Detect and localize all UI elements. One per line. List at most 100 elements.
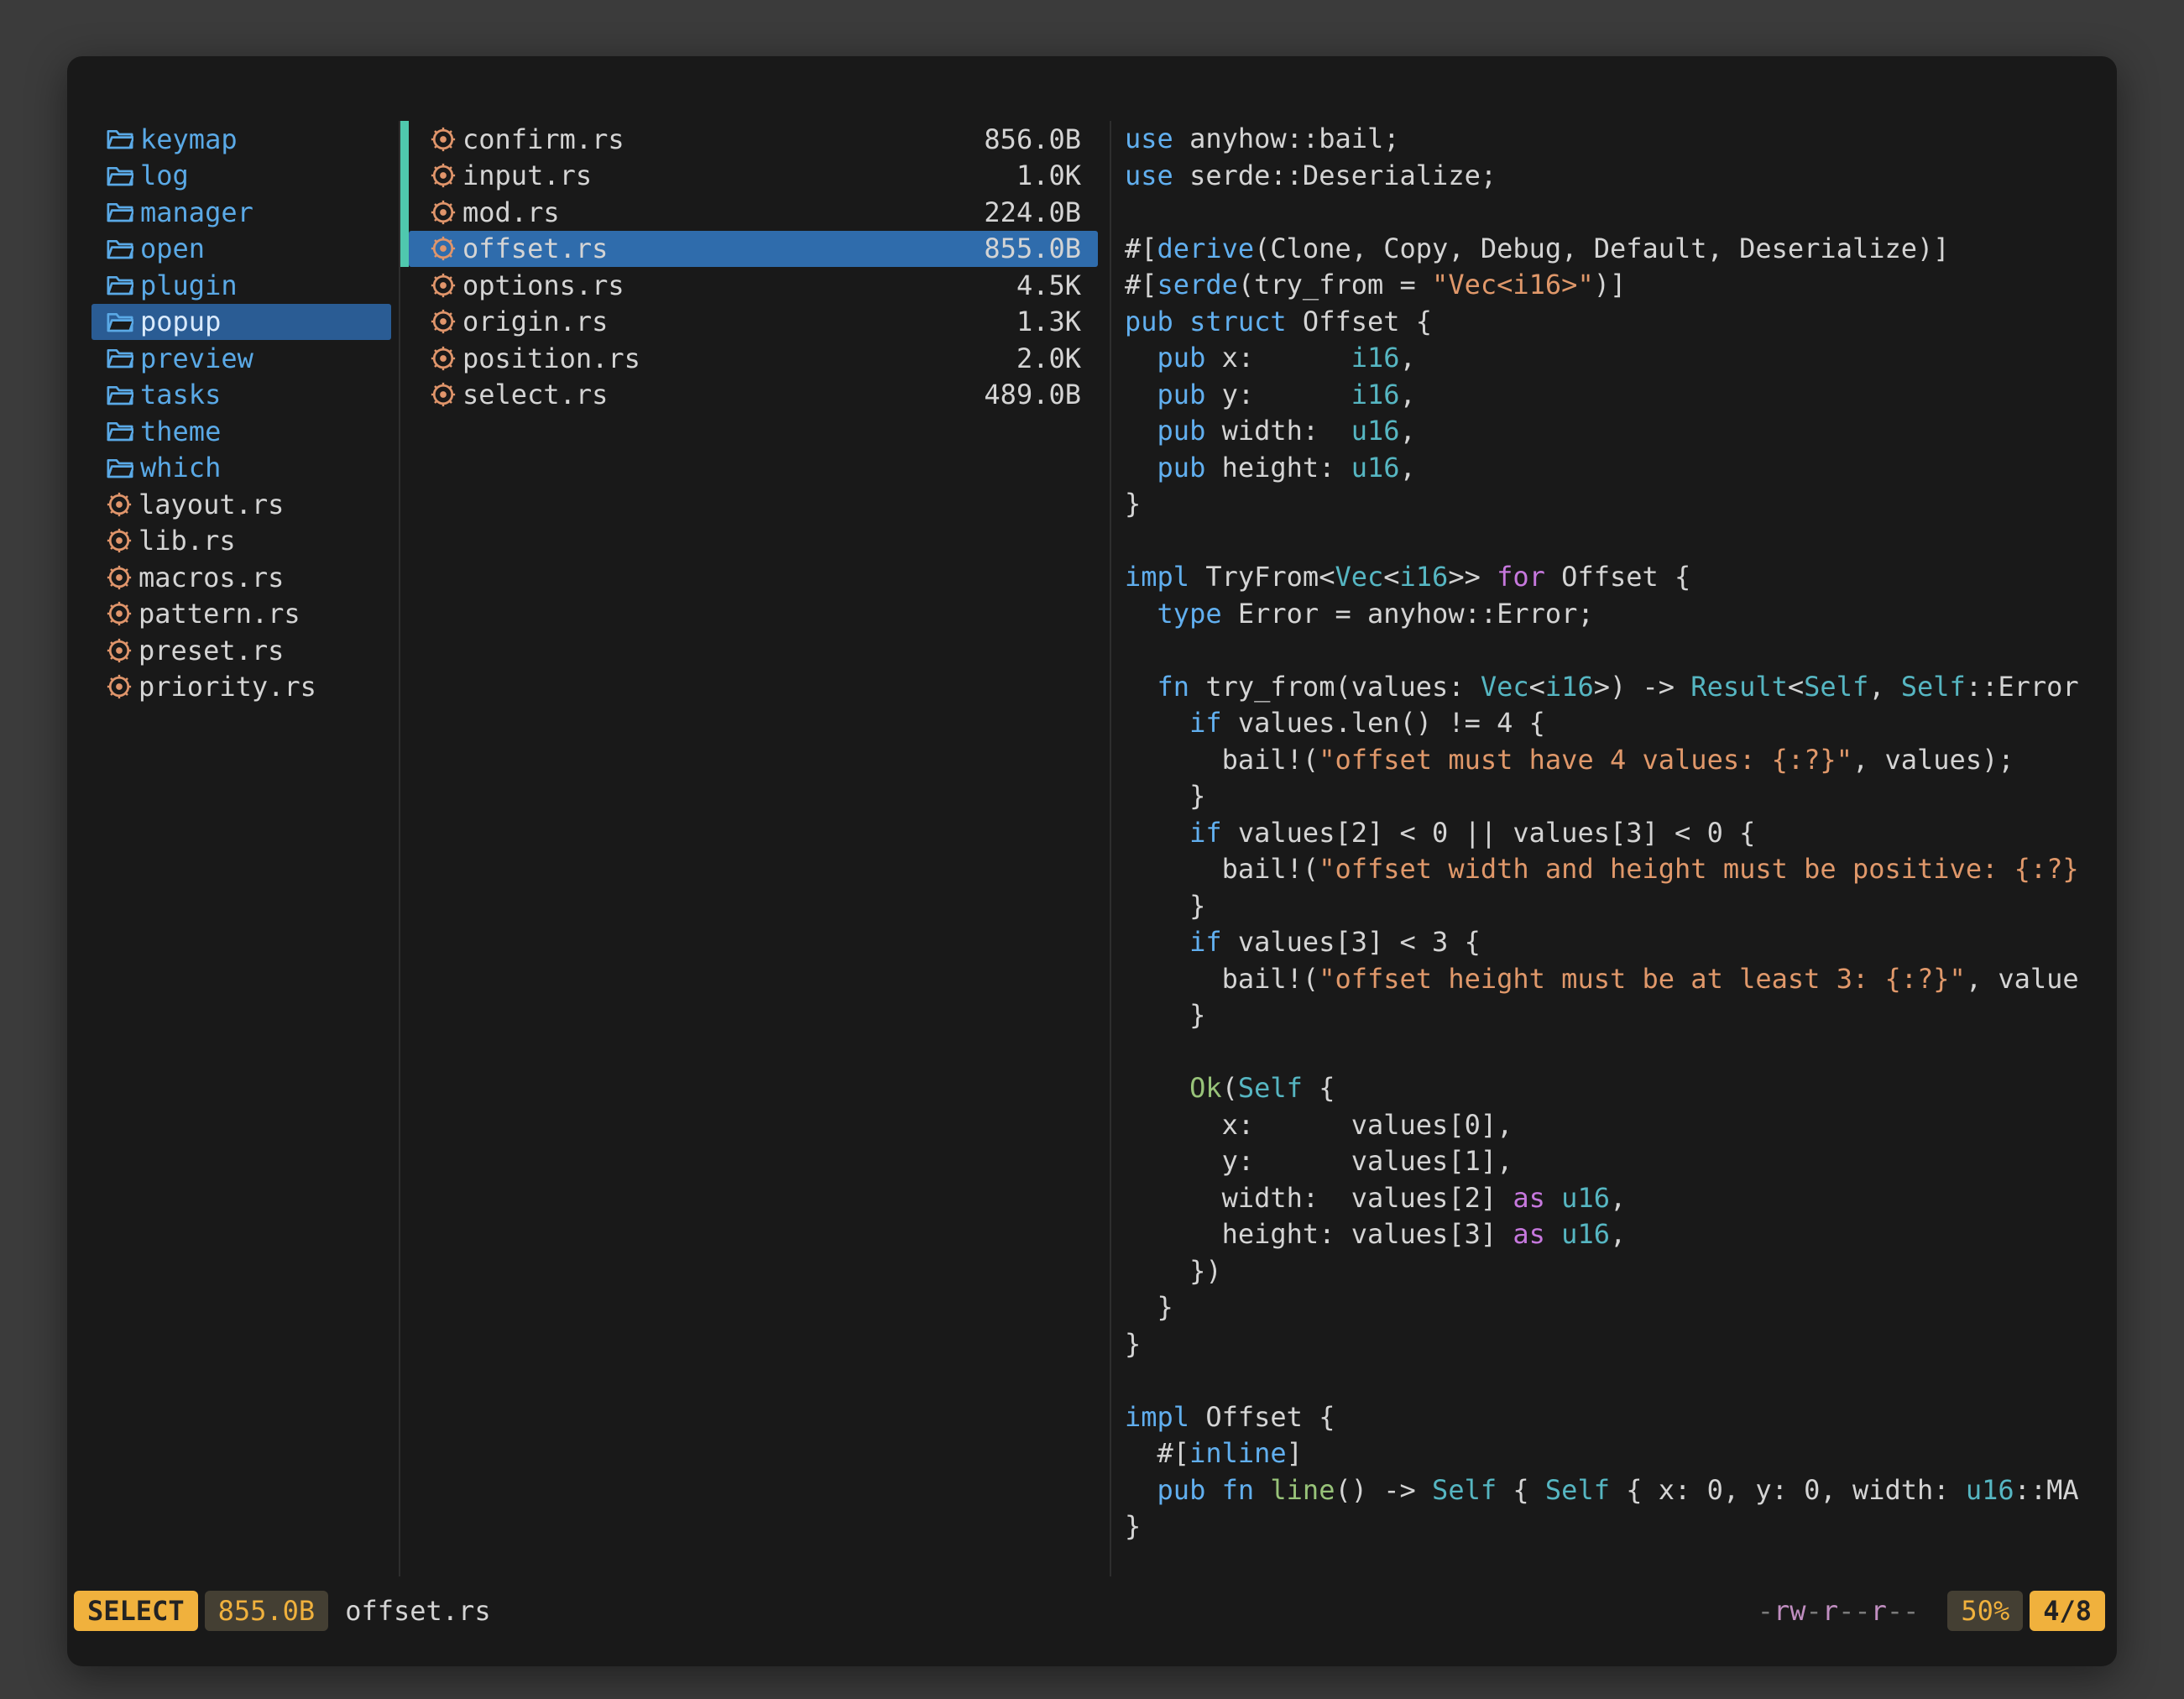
parent-pane[interactable]: keymaplog manageropenpluginpopuppreviewta… (67, 121, 399, 1576)
code-token: pub (1157, 342, 1222, 374)
file-item-pattern.rs[interactable]: pattern.rs (91, 596, 391, 633)
code-line: } (1125, 1508, 2117, 1545)
code-token: , (1610, 1182, 1626, 1214)
item-label: log (140, 159, 189, 191)
code-token: , (1400, 379, 1416, 410)
file-size: 855.0B (984, 233, 1081, 264)
file-row-confirm.rs[interactable]: confirm.rs856.0B (400, 121, 1110, 158)
dir-item-plugin[interactable]: plugin (91, 267, 391, 304)
code-token (1125, 452, 1157, 484)
file-name: confirm.rs (462, 123, 624, 155)
code-line: #[inline] (1125, 1435, 2117, 1472)
dir-item-preview[interactable]: preview (91, 340, 391, 377)
code-token (1125, 415, 1157, 447)
dir-item-manager[interactable]: manager (91, 194, 391, 231)
code-token: Self (1545, 1474, 1610, 1506)
dir-item-open[interactable]: open (91, 231, 391, 268)
code-token: < (1383, 561, 1399, 593)
status-right-group: -rw-r--r-- 50% 4/8 (1758, 1591, 2105, 1631)
item-label: lib.rs (138, 525, 236, 557)
code-token: pub (1157, 379, 1222, 410)
code-token (1125, 926, 1189, 958)
file-row-content: position.rs2.0K (409, 340, 1098, 377)
dir-item-log[interactable]: log (91, 158, 391, 195)
code-token: Result (1690, 671, 1788, 703)
code-token: Self (1432, 1474, 1497, 1506)
code-line: pub struct Offset { (1125, 304, 2117, 341)
code-token: if (1189, 707, 1238, 739)
code-token: , (1400, 342, 1416, 374)
code-line: width: values[2] as u16, (1125, 1180, 2117, 1217)
perm-char: - (1903, 1595, 1919, 1627)
code-line: pub height: u16, (1125, 450, 2117, 487)
code-token (1125, 1072, 1189, 1104)
dir-item-keymap[interactable]: keymap (91, 121, 391, 158)
file-row-content: confirm.rs856.0B (409, 121, 1098, 158)
code-line: impl TryFrom<Vec<i16>> for Offset { (1125, 559, 2117, 596)
file-row-content: mod.rs224.0B (409, 194, 1098, 231)
file-name: origin.rs (462, 306, 608, 337)
file-row-position.rs[interactable]: position.rs2.0K (400, 340, 1110, 377)
perm-char: - (1806, 1595, 1822, 1627)
file-row-origin.rs[interactable]: origin.rs 1.3K (400, 304, 1110, 341)
code-token: < (1788, 671, 1804, 703)
dir-item-theme[interactable]: theme (91, 413, 391, 450)
code-token: Self (1238, 1072, 1303, 1104)
code-token: serde (1157, 269, 1238, 301)
code-token: type (1157, 598, 1238, 630)
rust-file-icon (107, 565, 132, 590)
code-line: y: values[1], (1125, 1143, 2117, 1180)
code-token: } (1125, 1328, 1141, 1360)
file-row-input.rs[interactable]: input.rs1.0K (400, 158, 1110, 195)
file-row-offset.rs[interactable]: offset.rs855.0B (400, 231, 1110, 268)
position-badge: 4/8 (2030, 1591, 2105, 1631)
code-line: } (1125, 888, 2117, 925)
item-label: which (140, 452, 221, 484)
code-line: } (1125, 486, 2117, 523)
code-line: use serde::Deserialize; (1125, 158, 2117, 195)
code-token: "offset height must be at least 3: {:?}" (1319, 963, 1966, 995)
code-token: values[3] < 3 { (1238, 926, 1481, 958)
file-item-layout.rs[interactable]: layout.rs (91, 486, 391, 523)
file-size: 1.3K (1016, 306, 1081, 337)
mode-badge: SELECT (74, 1591, 198, 1631)
rust-file-icon (107, 492, 132, 517)
dir-item-popup[interactable]: popup (91, 304, 391, 341)
code-token: } (1125, 1291, 1173, 1323)
code-token: Error = anyhow::Error; (1238, 598, 1594, 630)
code-token (1125, 342, 1157, 374)
code-token: TryFrom< (1205, 561, 1335, 593)
code-token: width: (1222, 415, 1351, 447)
current-pane[interactable]: confirm.rs856.0Binput.rs1.0Kmod.rs224.0B… (400, 121, 1110, 1576)
code-line (1125, 632, 2117, 669)
selection-mark (400, 158, 409, 195)
code-token: if (1189, 817, 1238, 849)
item-label: popup (140, 306, 221, 337)
file-item-preset.rs[interactable]: preset.rs (91, 632, 391, 669)
code-line: pub y: i16, (1125, 377, 2117, 414)
perm-char: - (1854, 1595, 1870, 1627)
code-token: #[ (1125, 1437, 1189, 1469)
file-item-macros.rs[interactable]: macros.rs (91, 559, 391, 596)
code-token: } (1125, 780, 1205, 812)
rust-file-icon (107, 528, 132, 553)
file-row-select.rs[interactable]: select.rs489.0B (400, 377, 1110, 414)
code-token: >) -> (1594, 671, 1691, 703)
file-size: 224.0B (984, 196, 1081, 228)
dir-item-which[interactable]: which (91, 450, 391, 487)
item-label: manager (140, 196, 253, 228)
file-size: 1.0K (1016, 159, 1081, 191)
file-item-priority.rs[interactable]: priority.rs (91, 669, 391, 706)
dir-item-tasks[interactable]: tasks (91, 377, 391, 414)
preview-pane[interactable]: use anyhow::bail;use serde::Deserialize;… (1111, 121, 2117, 1576)
folder-icon (107, 128, 133, 150)
file-row-options.rs[interactable]: options.rs4.5K (400, 267, 1110, 304)
code-line: if values[2] < 0 || values[3] < 0 { (1125, 815, 2117, 852)
file-name: select.rs (462, 379, 608, 410)
file-row-mod.rs[interactable]: mod.rs224.0B (400, 194, 1110, 231)
file-item-lib.rs[interactable]: lib.rs (91, 523, 391, 560)
code-token: impl (1125, 561, 1205, 593)
selection-mark (400, 267, 409, 304)
code-token: fn (1157, 671, 1206, 703)
code-line (1125, 1034, 2117, 1071)
